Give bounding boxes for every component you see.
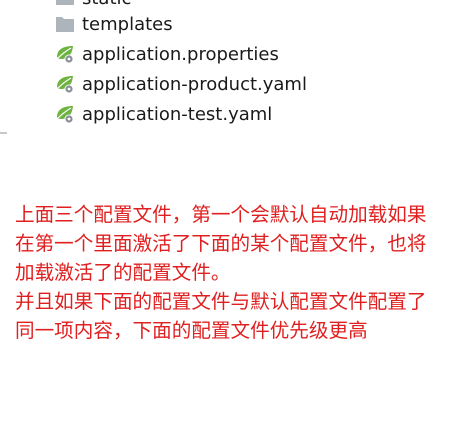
tree-item-templates[interactable]: templates [54, 12, 173, 36]
divider [0, 132, 7, 134]
tree-item-application-product-yaml[interactable]: application-product.yaml [54, 72, 307, 96]
annotation-note: 上面三个配置文件，第一个会默认自动加载如果在第一个里面激活了下面的某个配置文件，… [15, 200, 445, 345]
project-file-tree: static templates application.properties [0, 0, 453, 140]
spring-config-icon [54, 103, 76, 125]
tree-item-label: templates [82, 13, 173, 35]
spring-config-icon [54, 73, 76, 95]
note-paragraph: 上面三个配置文件，第一个会默认自动加载如果在第一个里面激活了下面的某个配置文件，… [15, 203, 427, 284]
tree-item-label: static [82, 0, 131, 9]
spring-config-icon [54, 43, 76, 65]
note-paragraph: 并且如果下面的配置文件与默认配置文件配置了同一项内容，下面的配置文件优先级更高 [15, 290, 427, 342]
tree-item-static[interactable]: static [54, 0, 131, 10]
folder-icon [54, 0, 76, 9]
tree-item-application-properties[interactable]: application.properties [54, 42, 279, 66]
tree-item-label: application.properties [82, 43, 279, 65]
tree-item-label: application-product.yaml [82, 73, 307, 95]
tree-item-label: application-test.yaml [82, 103, 273, 125]
tree-item-application-test-yaml[interactable]: application-test.yaml [54, 102, 272, 126]
folder-icon [54, 13, 76, 35]
